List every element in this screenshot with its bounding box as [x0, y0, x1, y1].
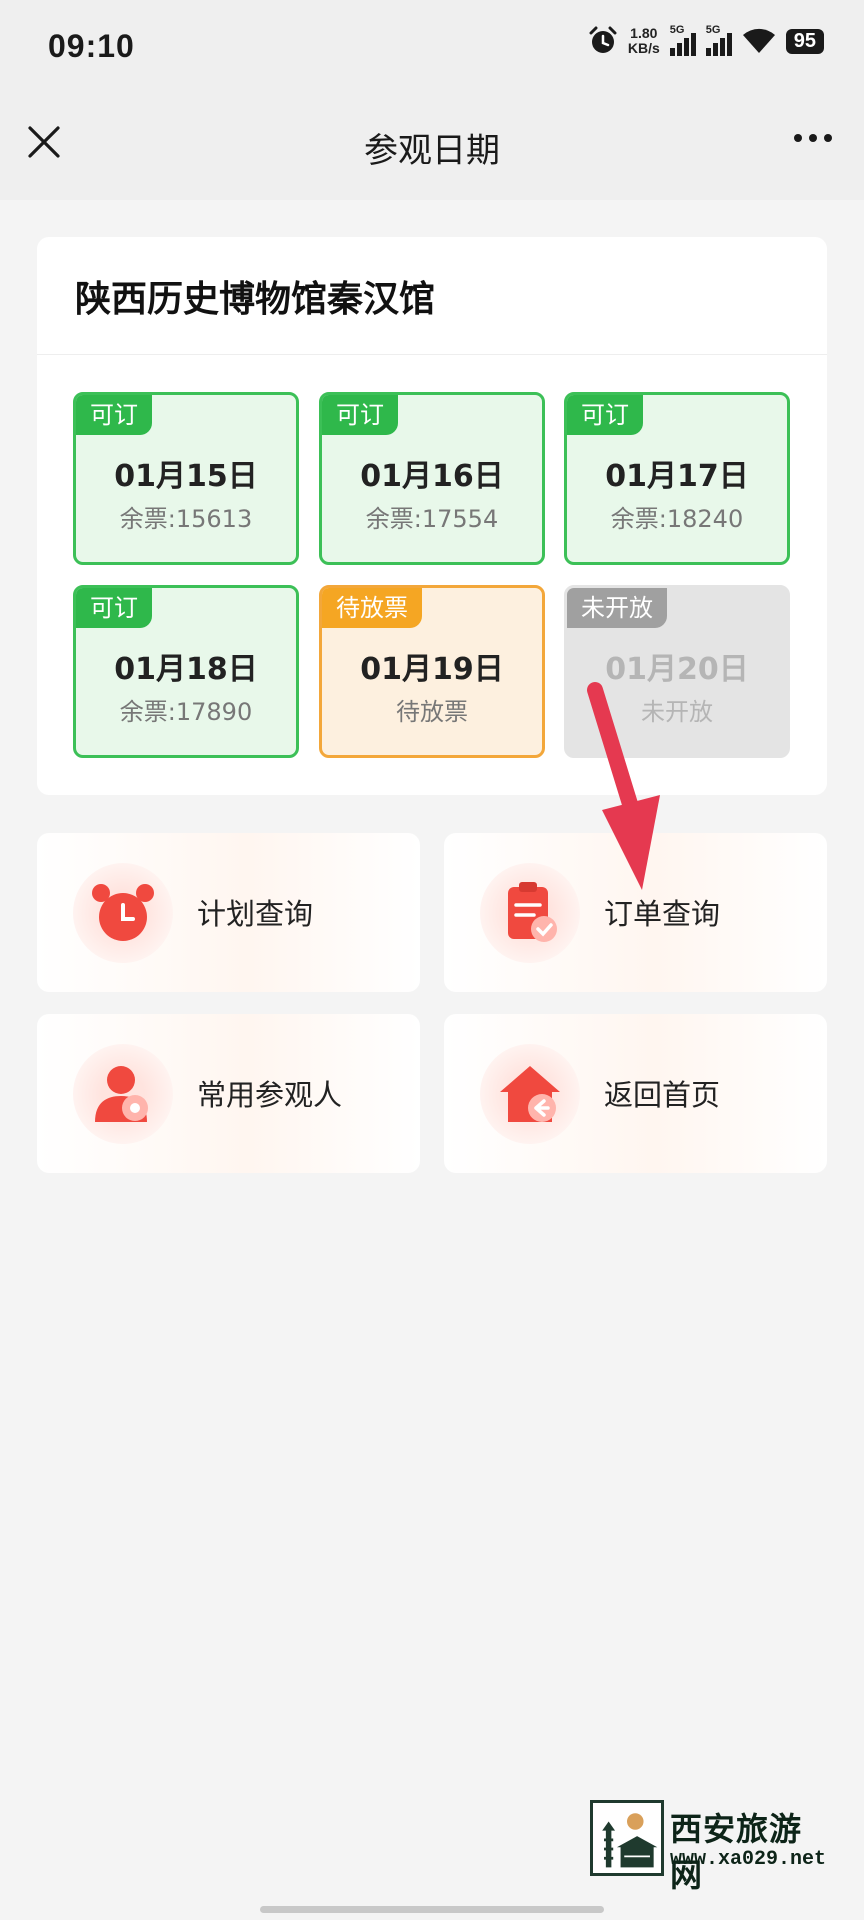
date-label: 01月17日 — [605, 459, 749, 494]
watermark: 西安旅游网 www.xa029.net — [590, 1800, 834, 1894]
return-home-button[interactable]: 返回首页 — [444, 1014, 827, 1173]
nav-bar: 参观日期 — [0, 94, 864, 200]
visitor-icon — [73, 1044, 173, 1144]
watermark-url: www.xa029.net — [670, 1848, 827, 1871]
status-time: 09:10 — [48, 28, 135, 64]
status-badge: 可订 — [322, 395, 398, 435]
action-label: 返回首页 — [604, 1078, 721, 1112]
remaining-tickets: 余票:17554 — [365, 505, 499, 533]
status-bar: 09:10 1.80 KB/s 5G 5G 95 — [0, 0, 864, 94]
date-label: 01月19日 — [360, 652, 504, 687]
museum-name: 陕西历史博物馆秦汉馆 — [37, 237, 827, 355]
date-cell-available[interactable]: 可订 01月17日 余票:18240 — [564, 392, 790, 565]
wifi-icon — [742, 28, 775, 53]
close-icon[interactable] — [22, 120, 66, 164]
plan-query-button[interactable]: 计划查询 — [37, 833, 420, 992]
home-return-icon — [480, 1044, 580, 1144]
alarm-icon — [589, 26, 617, 53]
status-icons: 1.80 KB/s 5G 5G 95 — [588, 24, 824, 56]
date-label: 01月18日 — [114, 652, 258, 687]
date-cell-available[interactable]: 可订 01月18日 余票:17890 — [73, 585, 299, 758]
date-cell-pending[interactable]: 待放票 01月19日 待放票 — [319, 585, 545, 758]
signal-icon: 5G — [669, 24, 696, 56]
annotation-arrow-icon — [587, 682, 660, 890]
remaining-tickets: 余票:18240 — [610, 505, 744, 533]
status-badge: 可订 — [76, 395, 152, 435]
status-badge: 可订 — [76, 588, 152, 628]
page-title: 参观日期 — [364, 130, 500, 171]
remaining-tickets: 余票:15613 — [119, 505, 253, 533]
battery-icon: 95 — [785, 28, 824, 54]
net-speed: 1.80 KB/s — [627, 25, 660, 56]
action-label: 常用参观人 — [197, 1078, 343, 1112]
status-badge: 可订 — [567, 395, 643, 435]
watermark-logo — [590, 1800, 664, 1876]
more-icon[interactable] — [794, 134, 832, 142]
frequent-visitor-button[interactable]: 常用参观人 — [37, 1014, 420, 1173]
remaining-tickets: 余票:17890 — [119, 698, 253, 726]
status-badge: 待放票 — [322, 588, 422, 628]
date-label: 01月16日 — [360, 459, 504, 494]
alarm-clock-icon — [73, 863, 173, 963]
remaining-tickets: 待放票 — [396, 698, 468, 726]
date-selection-card: 陕西历史博物馆秦汉馆 可订 01月15日 余票:15613 可订 01月16日 … — [37, 237, 827, 795]
date-cell-available[interactable]: 可订 01月15日 余票:15613 — [73, 392, 299, 565]
date-label: 01月15日 — [114, 459, 258, 494]
action-label: 计划查询 — [197, 897, 314, 931]
status-badge: 未开放 — [567, 588, 667, 628]
date-cell-available[interactable]: 可订 01月16日 余票:17554 — [319, 392, 545, 565]
signal-icon: 5G — [705, 24, 732, 56]
home-indicator[interactable] — [260, 1906, 604, 1913]
